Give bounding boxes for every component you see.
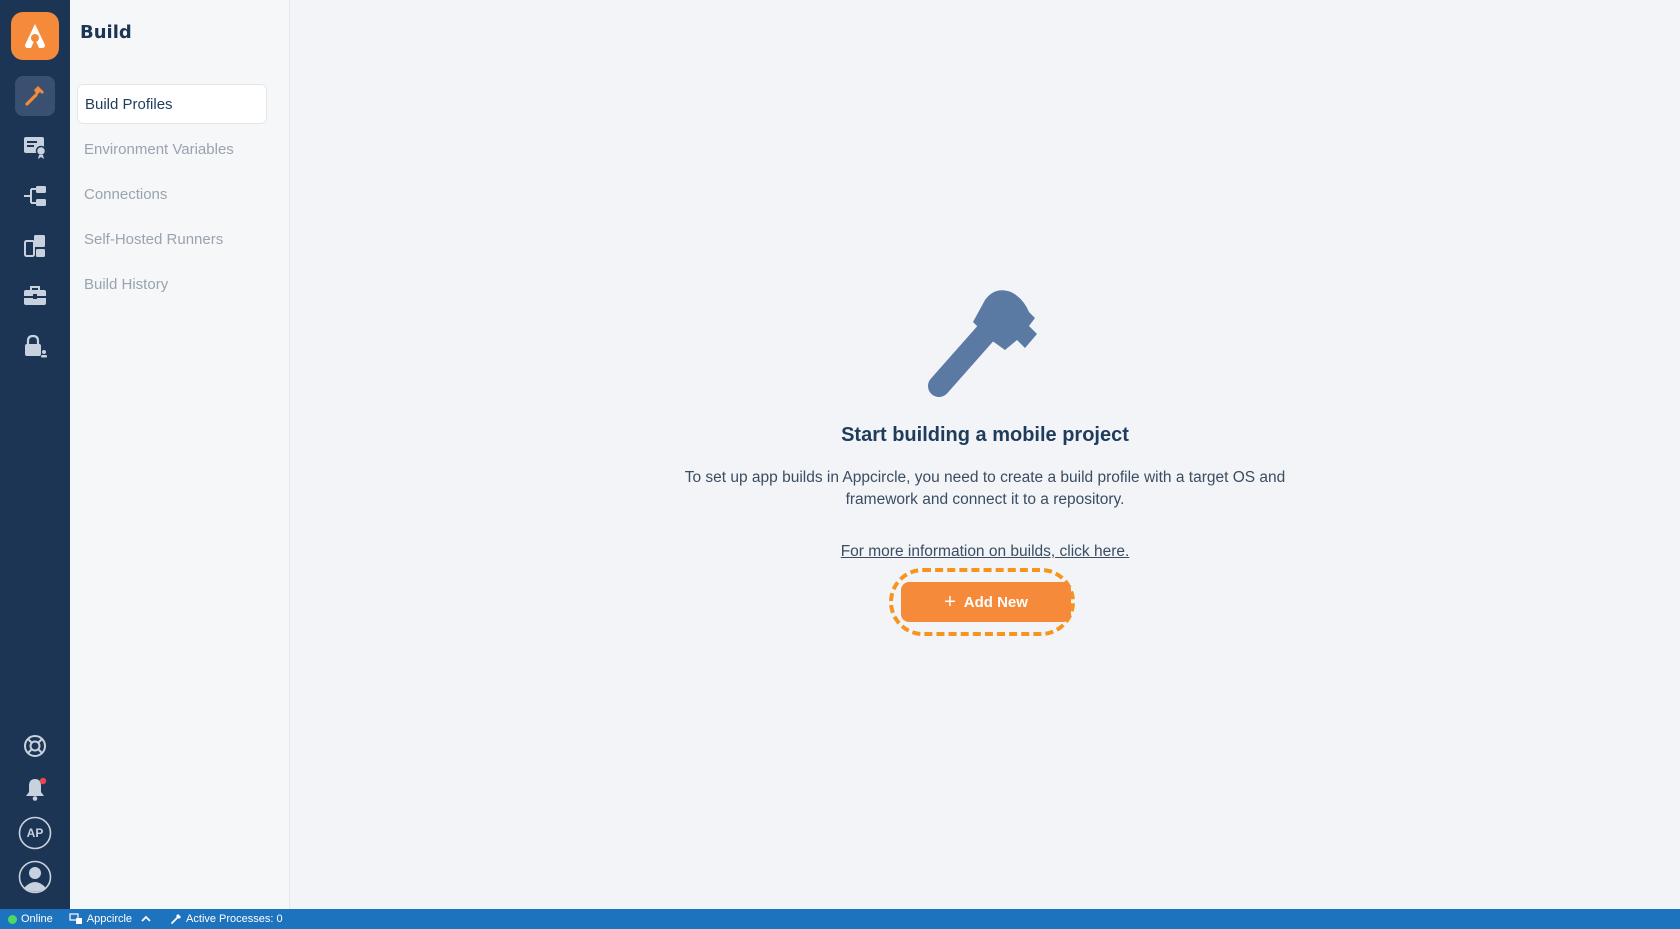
appcircle-logo[interactable] xyxy=(11,12,59,60)
user-avatar-icon xyxy=(18,860,52,894)
org-initials: AP xyxy=(26,826,44,840)
main-content: Start building a mobile project To set u… xyxy=(290,0,1680,909)
sidebar-item-self-hosted-runners[interactable]: Self-Hosted Runners xyxy=(77,219,267,259)
help-wheel-icon xyxy=(24,735,46,757)
devices-icon xyxy=(24,235,45,257)
nav-distribute[interactable] xyxy=(15,176,55,216)
nav-enterprise-store[interactable] xyxy=(15,276,55,316)
nav-build[interactable] xyxy=(15,76,55,116)
help-button[interactable] xyxy=(15,726,55,766)
bell-icon xyxy=(26,777,47,801)
empty-state-description: To set up app builds in Appcircle, you n… xyxy=(684,469,1286,508)
empty-state-heading: Start building a mobile project xyxy=(841,424,1129,446)
builds-info-link[interactable]: For more information on builds, click he… xyxy=(841,543,1130,560)
chevron-up-icon xyxy=(141,915,151,922)
hammer-illustration-icon xyxy=(928,290,1037,397)
sidebar-item-environment-variables[interactable]: Environment Variables xyxy=(77,129,267,169)
nav-security[interactable] xyxy=(15,326,55,366)
status-bar: Online Appcircle Active Processes: 0 xyxy=(0,909,1680,929)
org-switcher[interactable]: Appcircle xyxy=(69,913,152,925)
online-label: Online xyxy=(21,913,53,925)
build-sidebar: Build Build Profiles Environment Variabl… xyxy=(70,0,290,909)
organization-avatar[interactable]: AP xyxy=(15,813,55,853)
hammer-small-icon xyxy=(171,914,182,924)
sidebar-item-build-profiles[interactable]: Build Profiles xyxy=(77,84,267,124)
online-status: Online xyxy=(8,913,53,925)
add-new-button[interactable]: + Add New xyxy=(901,582,1071,622)
nav-signing-identities[interactable] xyxy=(15,126,55,166)
active-processes[interactable]: Active Processes: 0 xyxy=(170,913,283,925)
add-new-label: Add New xyxy=(963,593,1028,611)
lock-user-icon xyxy=(25,334,47,358)
certificate-icon xyxy=(24,137,47,159)
hammer-icon xyxy=(25,86,44,106)
org-switch-icon xyxy=(69,913,82,924)
sidebar-item-build-history[interactable]: Build History xyxy=(77,264,267,304)
toolbox-icon xyxy=(24,286,46,305)
nav-testing[interactable] xyxy=(15,226,55,266)
distribute-icon xyxy=(24,186,46,206)
icon-rail: AP xyxy=(0,0,70,909)
notifications-button[interactable] xyxy=(15,769,55,809)
sidebar-item-connections[interactable]: Connections xyxy=(77,174,267,214)
org-name: Appcircle xyxy=(86,913,133,925)
user-profile-button[interactable] xyxy=(15,857,55,897)
online-dot-icon xyxy=(8,914,17,924)
section-title: Build xyxy=(80,22,132,43)
active-processes-label: Active Processes: 0 xyxy=(186,913,283,925)
plus-icon: + xyxy=(944,591,956,613)
